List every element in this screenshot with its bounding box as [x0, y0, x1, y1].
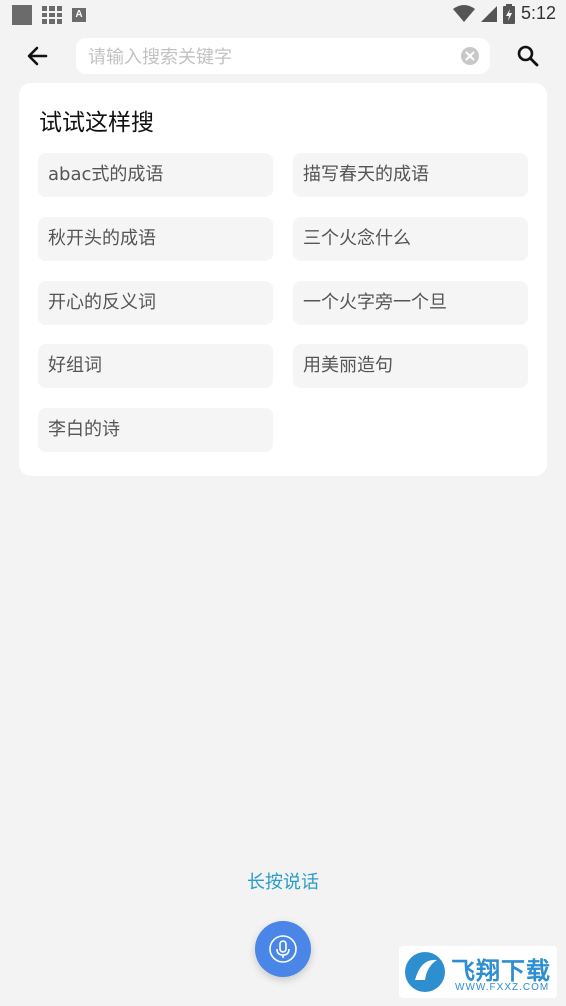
suggestion-chip[interactable]: abac式的成语: [38, 153, 273, 197]
search-suggestions-card: 试试这样搜 abac式的成语 描写春天的成语 秋开头的成语 三个火念什么 开心的…: [19, 83, 547, 476]
clear-search-button[interactable]: [460, 46, 480, 66]
clear-icon: [461, 47, 479, 65]
status-bar-notifications: A: [12, 5, 86, 25]
battery-icon: [502, 3, 515, 24]
watermark-url: WWW.FXXZ.COM: [455, 982, 550, 993]
status-bar-system: 5:12: [452, 3, 556, 24]
watermark-brand: 飞翔下载: [451, 957, 551, 985]
microphone-icon: [269, 935, 297, 963]
status-bar: A 5:12: [0, 0, 566, 30]
suggestion-chip[interactable]: 描写春天的成语: [293, 153, 528, 197]
search-input[interactable]: [86, 38, 450, 76]
notification-grid-icon: [42, 6, 62, 24]
watermark-logo-icon: [405, 952, 445, 992]
suggestion-chip[interactable]: 用美丽造句: [293, 344, 528, 388]
voice-input-button[interactable]: [255, 921, 311, 977]
notification-square-icon: [12, 5, 32, 25]
search-bar: [76, 38, 490, 76]
watermark: 飞翔下载 WWW.FXXZ.COM: [399, 946, 557, 998]
suggestion-chip[interactable]: 好组词: [38, 344, 273, 388]
search-button[interactable]: [515, 43, 541, 69]
suggestion-chip[interactable]: 秋开头的成语: [38, 217, 273, 261]
suggestions-title: 试试这样搜: [39, 110, 154, 136]
suggestion-chip[interactable]: 三个火念什么: [293, 217, 528, 261]
signal-icon: [480, 5, 497, 22]
notification-a-icon: A: [72, 8, 86, 22]
search-icon: [517, 45, 539, 67]
voice-hint-label: 长按说话: [247, 872, 319, 893]
back-button[interactable]: [24, 42, 52, 70]
clock-time: 5:12: [520, 3, 556, 23]
wifi-icon: [452, 4, 475, 22]
suggestion-chip[interactable]: 李白的诗: [38, 408, 273, 452]
suggestion-chip[interactable]: 一个火字旁一个旦: [293, 281, 528, 325]
suggestion-chip[interactable]: 开心的反义词: [38, 281, 273, 325]
arrow-left-icon: [27, 46, 48, 66]
